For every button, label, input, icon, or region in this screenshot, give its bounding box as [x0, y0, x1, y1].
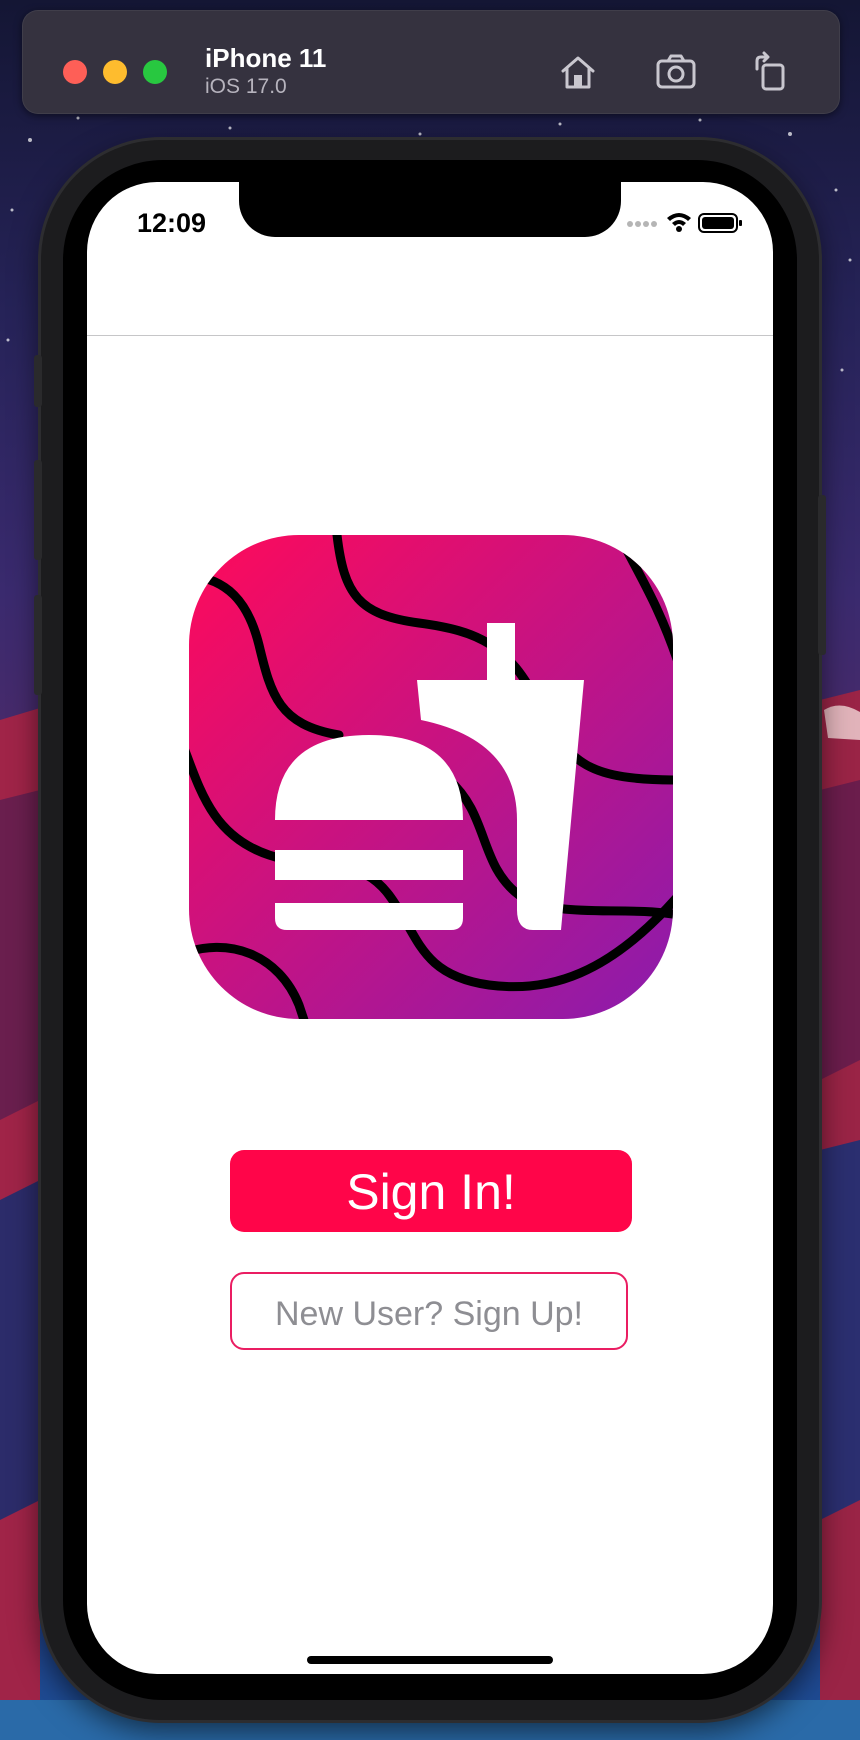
- volume-down-button: [34, 595, 42, 695]
- burger-and-drink-logo: [189, 535, 673, 1019]
- wifi-icon: [667, 213, 691, 232]
- battery-icon: [698, 213, 742, 233]
- zoom-window-button[interactable]: [143, 60, 167, 84]
- status-time: 12:09: [137, 208, 207, 238]
- power-button: [818, 495, 826, 655]
- navigation-bar-divider: [87, 335, 773, 336]
- notch: [239, 182, 621, 237]
- home-icon[interactable]: [555, 49, 601, 95]
- os-version: iOS 17.0: [205, 75, 287, 98]
- sign-up-button[interactable]: New User? Sign Up!: [230, 1272, 628, 1350]
- device-name: iPhone 11: [205, 43, 327, 73]
- screenshot-icon[interactable]: [653, 49, 699, 95]
- cellular-dots-icon: [627, 221, 657, 227]
- home-indicator[interactable]: [307, 1656, 553, 1664]
- phone-screen: 12:09 Sign In! New User? Sign Up!: [87, 182, 773, 1674]
- status-icons: [627, 213, 742, 233]
- mute-switch: [34, 355, 42, 407]
- sign-in-button[interactable]: Sign In!: [230, 1150, 632, 1232]
- volume-up-button: [34, 460, 42, 560]
- desktop-background: iPhone 11 iOS 17.0 12:09 Sign In! New Us…: [0, 0, 860, 1740]
- close-window-button[interactable]: [63, 60, 87, 84]
- simulator-toolbar: iPhone 11 iOS 17.0: [22, 10, 840, 114]
- minimize-window-button[interactable]: [103, 60, 127, 84]
- rotate-icon[interactable]: [747, 49, 793, 95]
